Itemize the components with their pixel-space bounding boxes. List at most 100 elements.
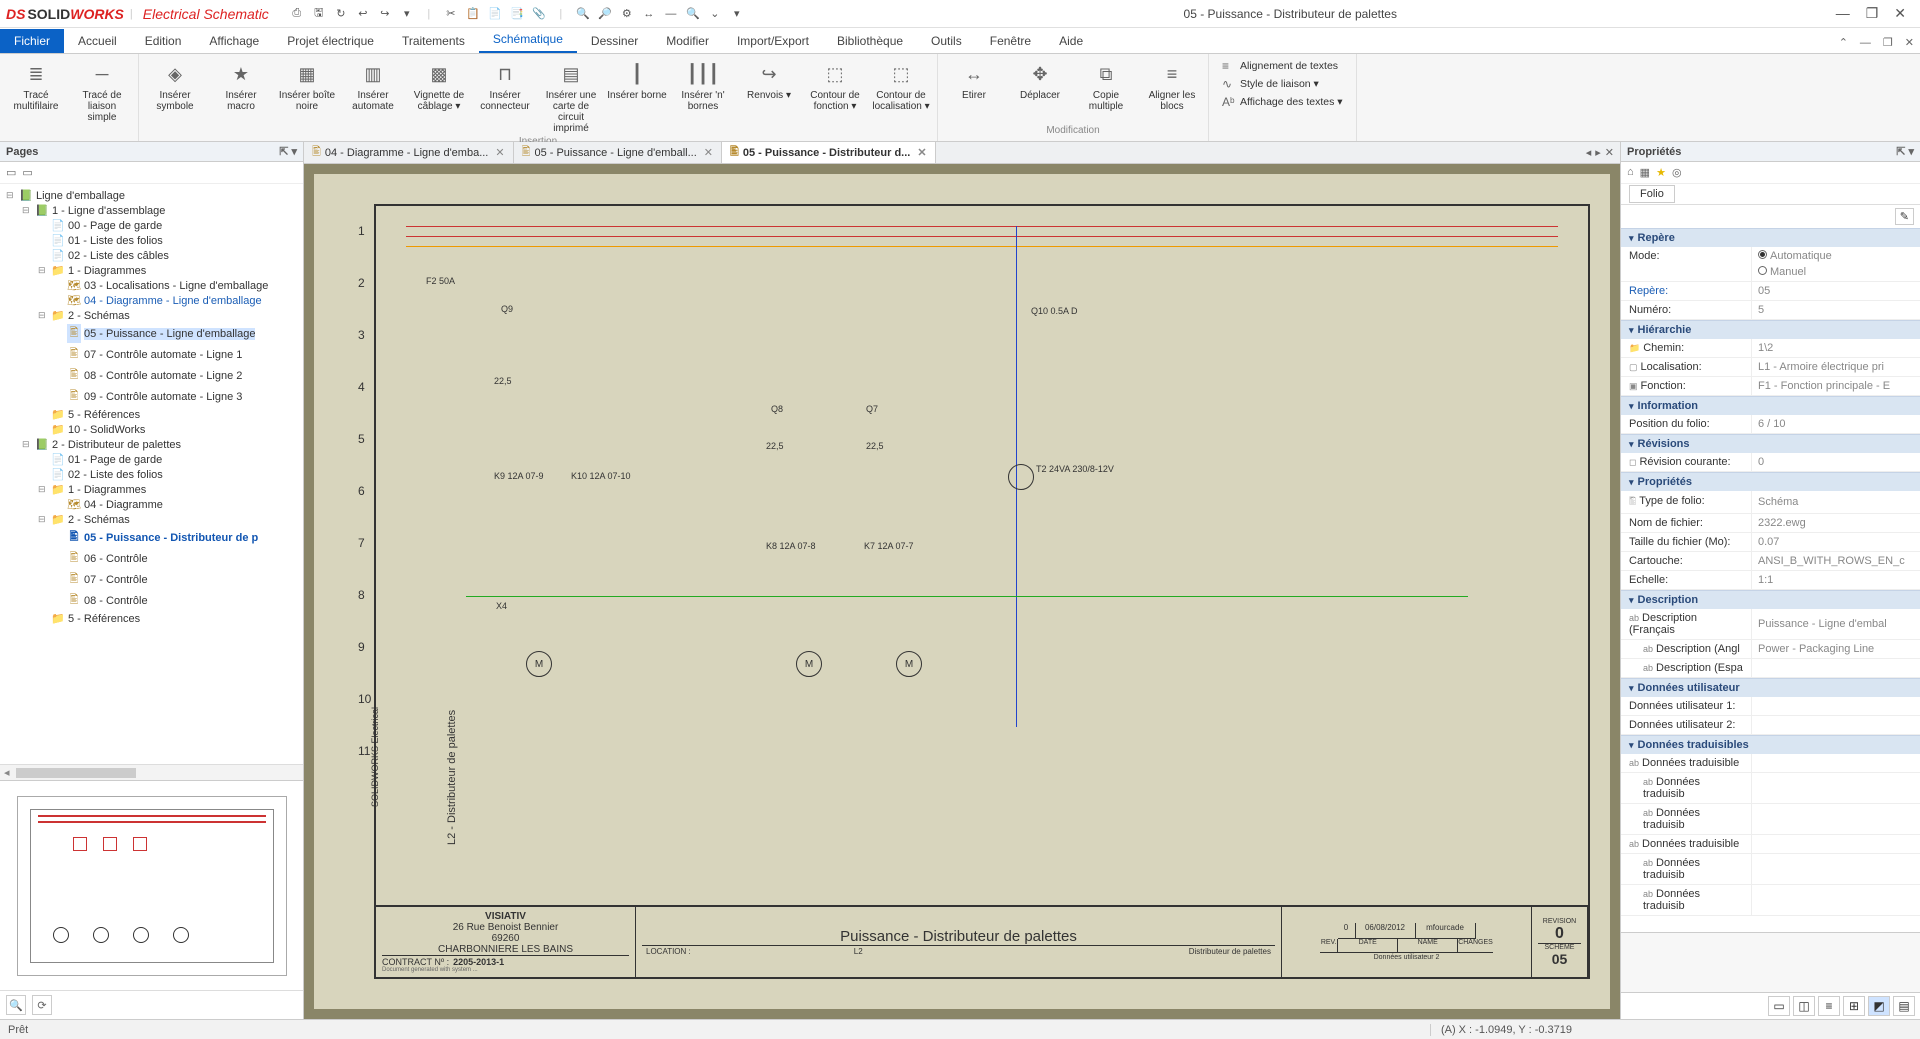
menu-tab-traitements[interactable]: Traitements [388,29,479,53]
ribbon-vignette-de-c-blage-[interactable]: ▩Vignette de câblage ▾ [409,60,469,112]
prop-group-donn-es-traduisibles[interactable]: ▾ Données traduisibles [1621,735,1920,754]
menu-tab-accueil[interactable]: Accueil [64,29,131,53]
tree-item[interactable]: 📄01 - Page de garde [38,452,301,467]
qat-btn-0[interactable]: ⎙ [289,6,305,22]
prop-row[interactable]: abDonnées traduisib [1621,885,1920,916]
qat-btn-15[interactable]: ⚙ [619,6,635,22]
tabs-next-icon[interactable]: ▸ [1595,146,1601,159]
ribbon-trac-multifilaire[interactable]: ≣Tracé multifilaire [6,60,66,112]
panel-dropdown-icon[interactable]: ▾ [291,145,297,158]
prop-group-donn-es-utilisateur[interactable]: ▾ Données utilisateur [1621,678,1920,697]
home-icon[interactable]: ⌂ [1627,166,1634,179]
vm-4[interactable]: ⊞ [1843,996,1865,1016]
tree-item[interactable]: 📁5 - Références [38,611,301,626]
window-close-button[interactable]: ✕ [1894,5,1906,22]
prop-row[interactable]: Données utilisateur 1: [1621,697,1920,716]
prop-row[interactable]: abDonnées traduisib [1621,854,1920,885]
prop-row[interactable]: abDescription (Espa [1621,659,1920,678]
tree-hscrollbar[interactable]: ◂ [0,764,303,780]
ribbon-aligner-les-blocs[interactable]: ≡Aligner les blocs [1142,60,1202,112]
prop-row[interactable]: abDonnées traduisible [1621,754,1920,773]
grid-icon[interactable]: ▦ [1640,166,1650,179]
tree-item[interactable]: 🗺03 - Localisations - Ligne d'emballage [54,278,301,293]
tree-item[interactable]: 📁10 - SolidWorks [38,422,301,437]
qat-btn-14[interactable]: 🔎 [597,6,613,22]
prop-row[interactable]: abDonnées traduisible [1621,835,1920,854]
tree-item[interactable]: 🗺04 - Diagramme [54,497,301,512]
tree-item[interactable]: 🖺06 - Contrôle [54,548,301,569]
qat-btn-10[interactable]: 📑 [509,6,525,22]
ribbon-ins-rer-une-carte-de-circ[interactable]: ▤Insérer une carte de circuit imprimé [541,60,601,134]
tree-item[interactable]: ⊟📁1 - Diagrammes [38,482,301,497]
prop-group-hi-rarchie[interactable]: ▾ Hiérarchie [1621,320,1920,339]
props-pin-icon[interactable]: ⇱ [1896,145,1905,158]
menu-tab-dessiner[interactable]: Dessiner [577,29,652,53]
prop-row[interactable]: 📁Chemin:1\2 [1621,339,1920,358]
doc-tab[interactable]: 🖺05 - Puissance - Distributeur d...✕ [722,142,936,163]
prop-row[interactable]: Mode:AutomatiqueManuel [1621,247,1920,282]
vm-3[interactable]: ≡ [1818,996,1840,1016]
menu-tab-projet électrique[interactable]: Projet électrique [273,29,388,53]
tree-item[interactable]: 🖺08 - Contrôle [54,590,301,611]
tabs-close-icon[interactable]: ✕ [1605,146,1614,159]
panel-button-b[interactable]: ⟳ [32,995,52,1015]
qat-btn-13[interactable]: 🔍 [575,6,591,22]
prop-row[interactable]: abDescription (AnglPower - Packaging Lin… [1621,640,1920,659]
ribbon-ins-rer-macro[interactable]: ★Insérer macro [211,60,271,112]
star-icon[interactable]: ★ [1656,166,1666,179]
schematic-canvas[interactable]: 1234567891011 F2 50A Q9 Q8 Q7 Q10 0.5A D… [304,164,1620,1019]
tree-item[interactable]: 🖺05 - Puissance - Ligne d'emballage [54,323,301,344]
qat-btn-3[interactable]: ↩ [355,6,371,22]
qat-btn-9[interactable]: 📄 [487,6,503,22]
tabs-prev-icon[interactable]: ◂ [1586,146,1592,159]
ribbon-trac-de-liaison-simple[interactable]: ─Tracé de liaison simple [72,60,132,123]
tree-item[interactable]: ⊟📗2 - Distributeur de palettes [22,437,301,452]
tree-item[interactable]: 🖺09 - Contrôle automate - Ligne 3 [54,386,301,407]
tab-close-icon[interactable]: ✕ [917,146,926,159]
tree-item[interactable]: ⊟📁2 - Schémas [38,512,301,527]
tree-item[interactable]: 🗺04 - Diagramme - Ligne d'emballage [54,293,301,308]
menu-tab-fenêtre[interactable]: Fenêtre [976,29,1045,53]
vm-2[interactable]: ◫ [1793,996,1815,1016]
menu-tab-bibliothèque[interactable]: Bibliothèque [823,29,917,53]
tree-item[interactable]: 📄00 - Page de garde [38,218,301,233]
prop-row[interactable]: Taille du fichier (Mo):0.07 [1621,533,1920,552]
ribbon-d-placer[interactable]: ✥Déplacer [1010,60,1070,101]
target-icon[interactable]: ◎ [1672,166,1682,179]
menu-tab-aide[interactable]: Aide [1045,29,1097,53]
menu-tab-modifier[interactable]: Modifier [652,29,723,53]
ribbon-ins-rer-symbole[interactable]: ◈Insérer symbole [145,60,205,112]
doc-tab[interactable]: 🖺05 - Puissance - Ligne d'emball...✕ [514,142,722,163]
tree-item[interactable]: ⊟📁2 - Schémas [38,308,301,323]
tree-item[interactable]: 📄02 - Liste des folios [38,467,301,482]
ribbon-contour-de-localisation-[interactable]: ⬚Contour de localisation ▾ [871,60,931,112]
folio-tab[interactable]: Folio [1629,185,1675,203]
qat-btn-18[interactable]: 🔍 [685,6,701,22]
file-menu[interactable]: Fichier [0,29,64,53]
property-grid[interactable]: ▾ RepèreMode:AutomatiqueManuelRepère:05N… [1621,228,1920,932]
prop-row[interactable]: Repère:05 [1621,282,1920,301]
prop-row[interactable]: Numéro:5 [1621,301,1920,320]
prop-group-description[interactable]: ▾ Description [1621,590,1920,609]
ribbon-small-alignement-de-textes[interactable]: ≡Alignement de textes [1219,58,1346,74]
edit-pencil-icon[interactable]: ✎ [1895,208,1914,225]
prop-row[interactable]: Données utilisateur 2: [1621,716,1920,735]
mdi-close-button[interactable]: ✕ [1899,32,1920,53]
prop-row[interactable]: abDonnées traduisib [1621,804,1920,835]
tree-item[interactable]: 📄02 - Liste des câbles [38,248,301,263]
vm-1[interactable]: ▭ [1768,996,1790,1016]
prop-group-information[interactable]: ▾ Information [1621,396,1920,415]
qat-btn-19[interactable]: ⌄ [707,6,723,22]
tree-item[interactable]: ⊟📗1 - Ligne d'assemblage [22,203,301,218]
qat-btn-2[interactable]: ↻ [333,6,349,22]
ribbon-renvois-[interactable]: ↪Renvois ▾ [739,60,799,101]
mdi-minimize-button[interactable]: — [1854,33,1877,53]
window-minimize-button[interactable]: — [1836,5,1850,22]
tree-item[interactable]: 🖺05 - Puissance - Distributeur de p [54,527,301,548]
window-maximize-button[interactable]: ❐ [1866,5,1879,22]
prop-group-r-visions[interactable]: ▾ Révisions [1621,434,1920,453]
ribbon-contour-de-fonction-[interactable]: ⬚Contour de fonction ▾ [805,60,865,112]
prop-row[interactable]: ▢Localisation:L1 - Armoire électrique pr… [1621,358,1920,377]
qat-btn-11[interactable]: 📎 [531,6,547,22]
tab-close-icon[interactable]: ✕ [495,146,504,159]
